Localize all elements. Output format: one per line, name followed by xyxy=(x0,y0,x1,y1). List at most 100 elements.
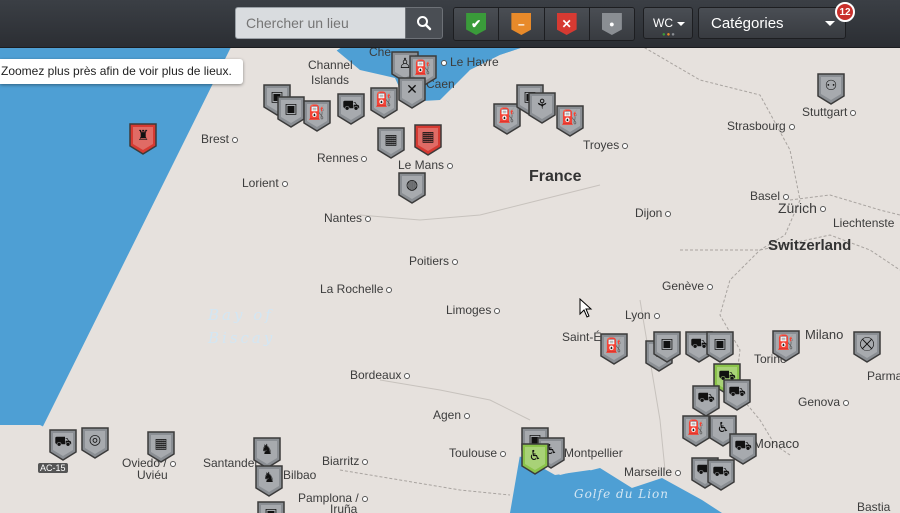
search-input[interactable] xyxy=(235,7,405,39)
place-label: Le Havre xyxy=(438,55,499,69)
map-marker-bus[interactable]: ▣ xyxy=(652,330,682,364)
wc-filter-label: WC xyxy=(653,16,673,30)
map-marker-fuel[interactable]: ⛽ xyxy=(599,332,629,366)
train-icon: ▦ xyxy=(384,132,398,148)
search-button[interactable] xyxy=(405,7,443,39)
filter-partial-button[interactable]: – xyxy=(499,8,545,40)
place-label: Genova xyxy=(798,395,852,409)
mouse-cursor-icon xyxy=(579,298,593,318)
place-label: Islands xyxy=(311,73,350,87)
map-marker-castle[interactable]: ♜ xyxy=(128,122,158,156)
place-dot xyxy=(653,312,660,319)
place-name: Nantes xyxy=(324,211,363,225)
fuel-icon: ⛽ xyxy=(777,335,795,351)
categories-count-badge: 12 xyxy=(835,2,855,22)
map-marker-bus[interactable]: ⛟ xyxy=(691,384,721,418)
map-marker-bus[interactable]: ⛟ xyxy=(336,92,366,126)
map-marker-wc[interactable]: ⚇ xyxy=(816,72,846,106)
place-name: Marseille xyxy=(624,465,673,479)
place-name: Stuttgart xyxy=(802,105,848,119)
map-marker-bus[interactable]: ▣ xyxy=(705,330,735,364)
wc-filter-dropdown[interactable]: WC ●●● xyxy=(643,7,693,39)
place-name: Troyes xyxy=(583,138,620,152)
chevron-down-icon xyxy=(825,21,835,26)
map-marker-bus[interactable]: ⛟ xyxy=(48,428,78,462)
place-label: Bastia xyxy=(857,500,891,513)
bakery-icon: ◍ xyxy=(405,177,419,193)
map-marker-bakery[interactable]: ◍ xyxy=(397,171,427,205)
sea-label-biscay: Biscay xyxy=(208,329,276,347)
person-icon: ♞ xyxy=(262,470,276,486)
status-filter-group: ✔ – ✕ ● xyxy=(453,7,635,41)
filter-unknown-button[interactable]: ● xyxy=(589,8,634,40)
map-marker-train[interactable]: ▦ xyxy=(146,430,176,464)
bus-icon: ⛟ xyxy=(734,438,752,454)
country-label-france: France xyxy=(529,168,582,185)
place-dot xyxy=(362,458,369,465)
camping-icon: ◎ xyxy=(88,432,102,448)
place-name: Bordeaux xyxy=(350,368,402,382)
place-dot xyxy=(441,59,447,66)
map-marker-restaurant[interactable]: ✕ xyxy=(397,76,427,110)
bus-icon: ⛟ xyxy=(728,384,746,400)
place-name: Limoges xyxy=(446,303,492,317)
place-name: La Rochelle xyxy=(320,282,384,296)
place-name: Le Mans xyxy=(398,158,445,172)
place-dot xyxy=(386,286,393,293)
sea-label-bay-of: Bay of xyxy=(208,306,274,324)
place-dot xyxy=(281,180,288,187)
place-label: Strasbourg xyxy=(727,119,798,133)
place-label: Troyes xyxy=(583,138,631,152)
place-label: Monaco xyxy=(753,436,800,451)
place-label: Lorient xyxy=(242,176,291,190)
bus-icon: ▣ xyxy=(713,336,727,352)
map-marker-parking[interactable]: ⚘ xyxy=(527,91,557,125)
bus-icon: ⛟ xyxy=(342,98,360,114)
map-marker-fuel[interactable]: ⛽ xyxy=(555,104,585,138)
place-dot xyxy=(788,123,795,130)
map-marker-fuel[interactable]: ⛽ xyxy=(681,414,711,448)
minus-icon: – xyxy=(511,13,532,35)
map-marker-bus[interactable]: ⛟ xyxy=(706,458,736,492)
map-marker-train[interactable]: ▦ xyxy=(376,126,406,160)
filter-open-button[interactable]: ✔ xyxy=(454,8,500,40)
place-dot xyxy=(707,283,714,290)
country-label-switzerland: Switzerland xyxy=(768,237,852,254)
filter-closed-button[interactable]: ✕ xyxy=(544,8,590,40)
map-marker-bus[interactable]: ⛟ xyxy=(722,378,752,412)
place-label: Marseille xyxy=(624,465,684,479)
bus-icon: ▣ xyxy=(256,503,286,513)
place-dot xyxy=(232,136,239,143)
categories-label: Catégories xyxy=(711,15,784,32)
fuel-icon: ⛽ xyxy=(687,420,705,436)
place-label: Toulouse xyxy=(449,446,509,460)
place-dot xyxy=(783,193,790,200)
place-name: Genova xyxy=(798,395,841,409)
person-icon: ♞ xyxy=(260,442,274,458)
place-dot xyxy=(494,307,501,314)
map-marker-shop[interactable]: ⛒ xyxy=(852,330,882,364)
map-marker-fuel[interactable]: ⛽ xyxy=(771,329,801,363)
map-marker-fuel[interactable]: ⛽ xyxy=(369,86,399,120)
map-marker-bus[interactable]: ▣ xyxy=(256,500,286,513)
place-name: Dijon xyxy=(635,206,663,220)
map-marker-camping[interactable]: ◎ xyxy=(80,426,110,460)
place-label: Lyon xyxy=(625,308,663,322)
circle-icon: ● xyxy=(601,13,622,35)
map-marker-fuel[interactable]: ⛽ xyxy=(302,99,332,133)
bus-icon: ⛟ xyxy=(712,464,730,480)
place-label: Biarritz xyxy=(322,454,371,468)
zoom-hint-message: Zoomez plus près afin de voir plus de li… xyxy=(0,59,243,84)
place-dot xyxy=(361,155,368,162)
place-dot xyxy=(843,399,850,406)
place-name: Basel xyxy=(750,189,781,203)
wc-icon: ⚇ xyxy=(824,78,838,94)
place-name: Montpellier xyxy=(564,446,623,460)
map-marker-person[interactable]: ♞ xyxy=(254,464,284,498)
bus-icon: ▣ xyxy=(660,336,674,352)
categories-dropdown[interactable]: Catégories xyxy=(698,7,846,39)
place-dot xyxy=(665,210,672,217)
map-marker-accessible[interactable]: ♿ xyxy=(520,442,550,476)
place-name: Genève xyxy=(662,279,705,293)
map-marker-train[interactable]: ▦ xyxy=(413,123,443,157)
